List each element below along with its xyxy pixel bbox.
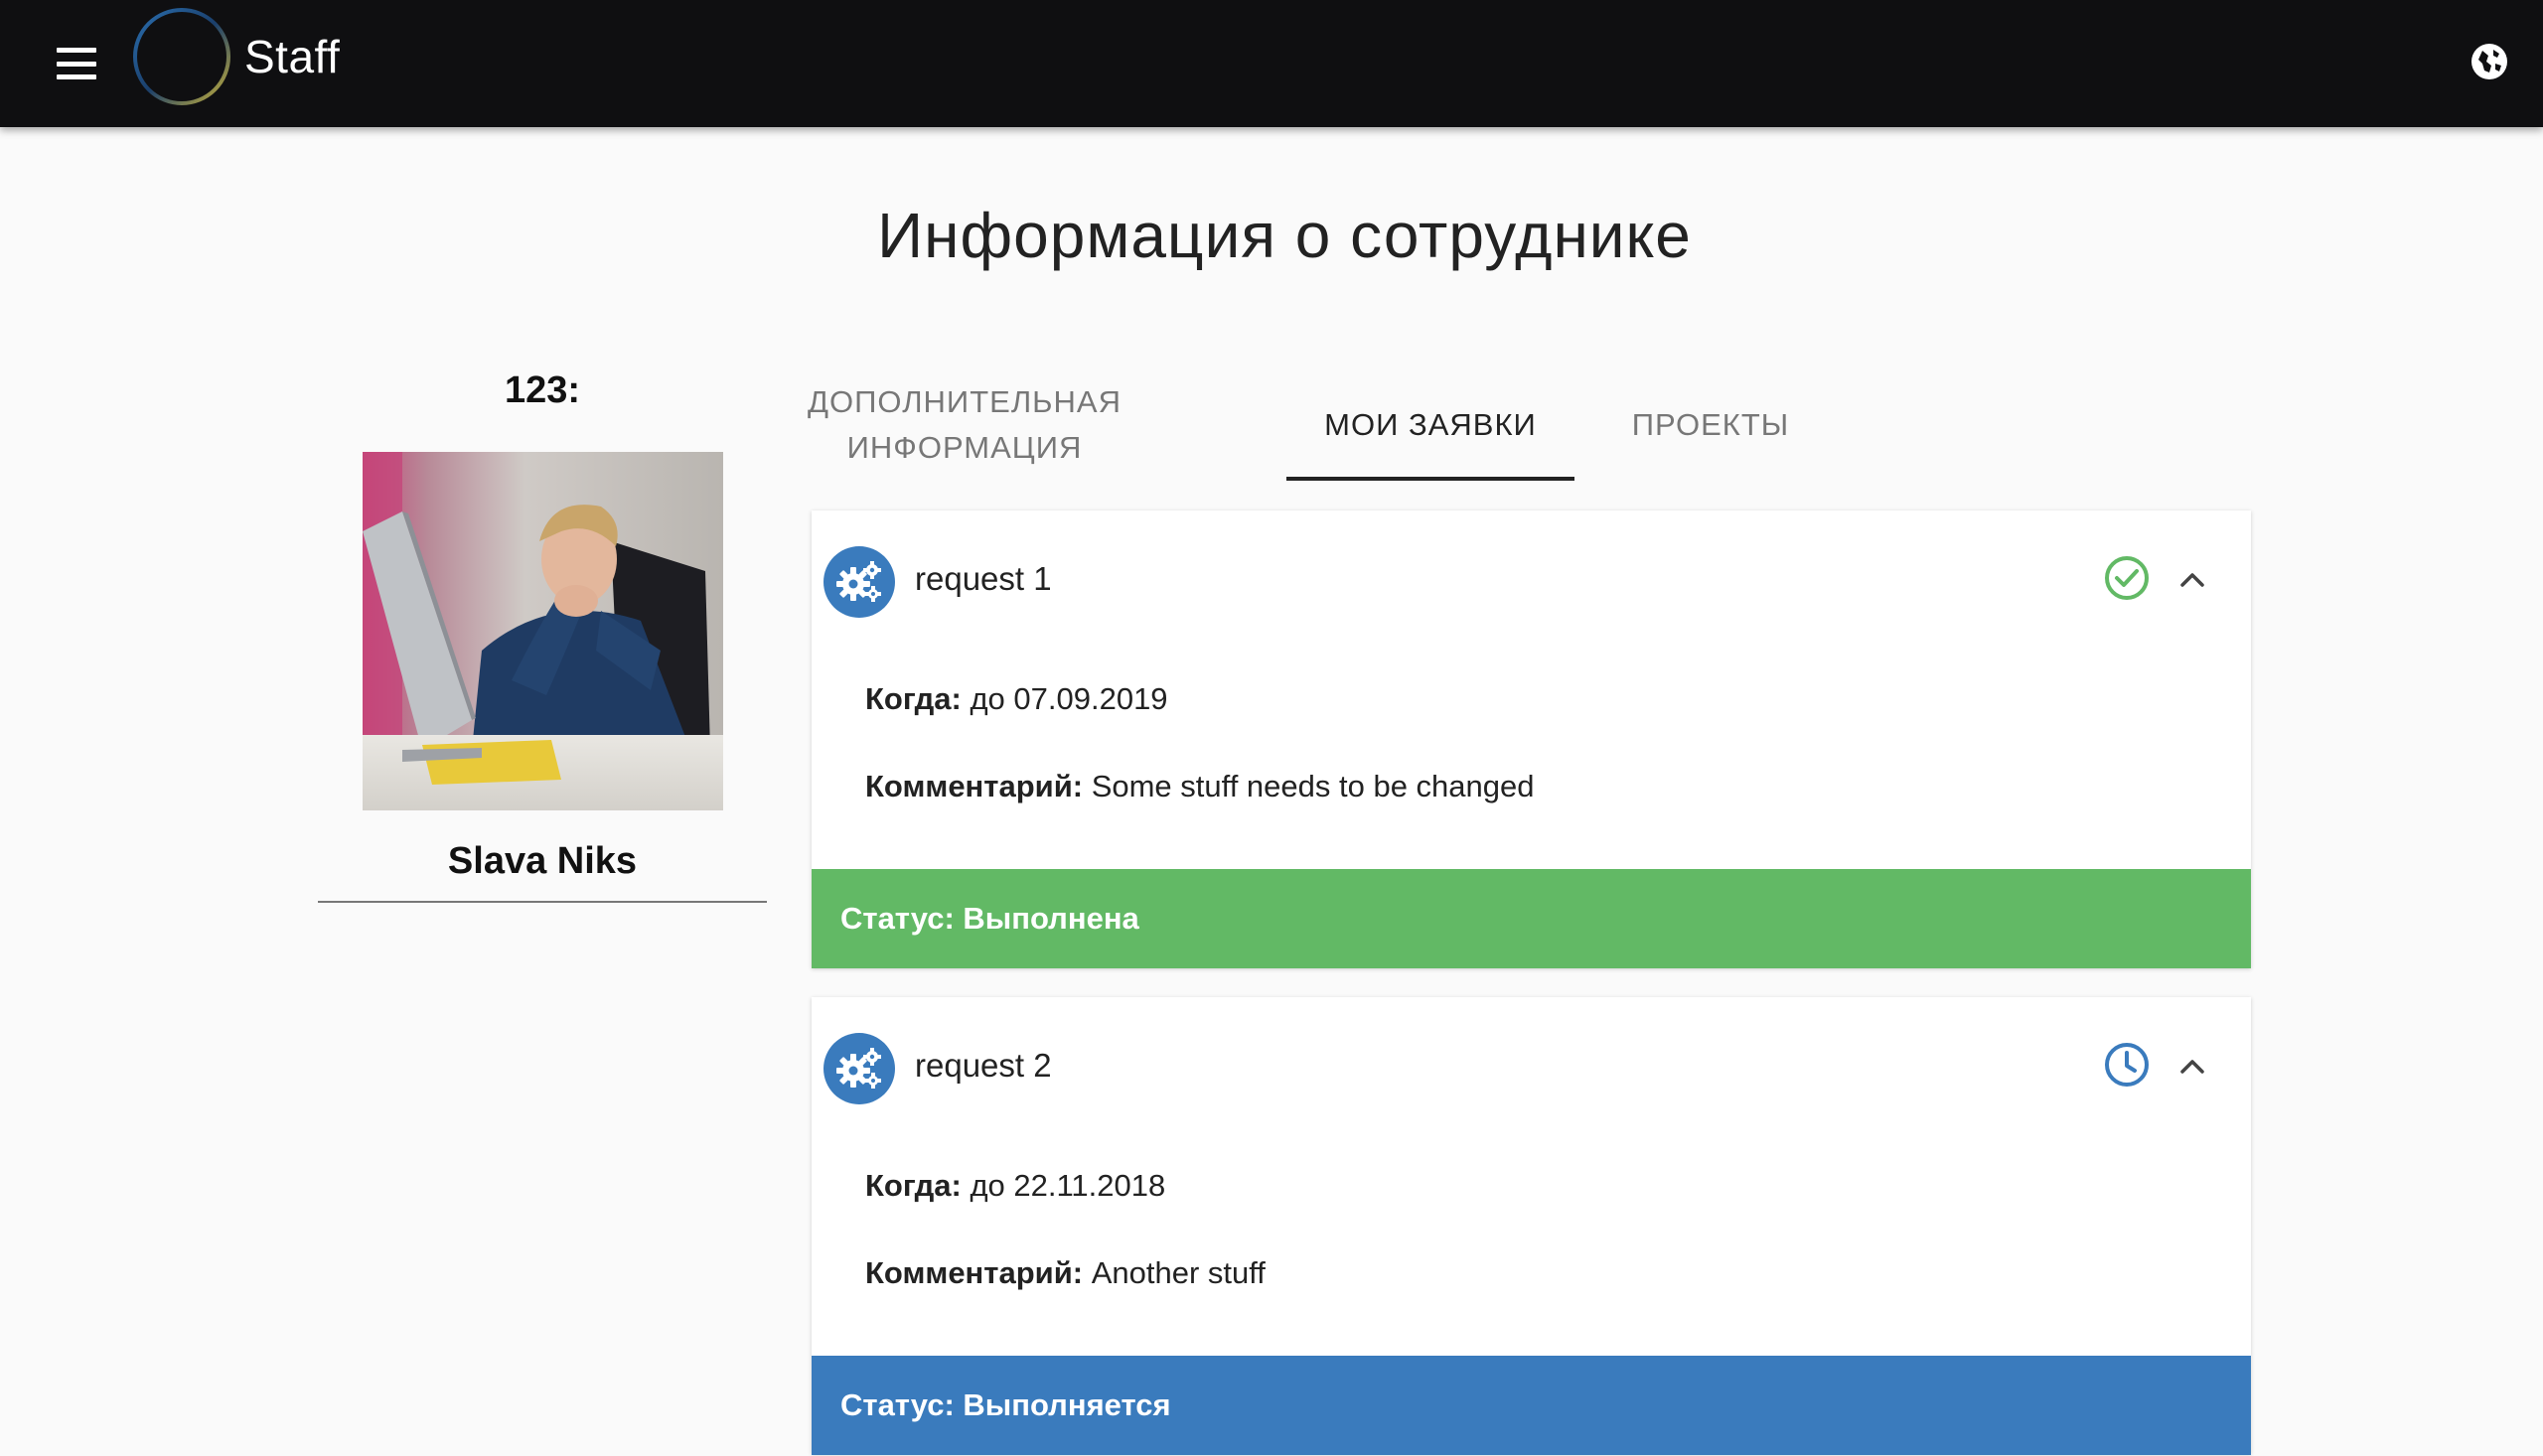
request-card: request 2 Когда: до 22.11.2018 Комментар… xyxy=(812,997,2251,1455)
request-title: request 1 xyxy=(915,560,1052,597)
check-circle-icon xyxy=(2105,556,2149,600)
comment-label: Комментарий: xyxy=(865,769,1092,803)
when-label: Когда: xyxy=(865,1168,971,1203)
comment-label: Комментарий: xyxy=(865,1255,1092,1290)
employee-photo xyxy=(363,452,723,810)
when-value: до 07.09.2019 xyxy=(970,681,1168,716)
when-label: Когда: xyxy=(865,681,971,716)
gears-icon xyxy=(823,1033,895,1104)
chevron-up-icon[interactable] xyxy=(2174,562,2210,598)
active-tab-indicator xyxy=(1286,477,1574,481)
tab-my-requests[interactable]: МОИ ЗАЯВКИ xyxy=(1286,367,1574,483)
request-card-header[interactable]: request 2 xyxy=(812,997,2251,1136)
app-title: Staff xyxy=(244,31,341,82)
logo-icon xyxy=(133,8,230,105)
chevron-up-icon[interactable] xyxy=(2174,1049,2210,1085)
request-when: Когда: до 22.11.2018 xyxy=(865,1168,1165,1204)
tab-bar: ДОПОЛНИТЕЛЬНАЯ ИНФОРМАЦИЯ МОИ ЗАЯВКИ ПРО… xyxy=(808,367,2251,483)
employee-id: 123: xyxy=(504,369,581,411)
status-bar: Статус: Выполняется xyxy=(812,1356,2251,1455)
request-card: request 1 Когда: до 07.09.2019 Комментар… xyxy=(812,510,2251,968)
request-comment: Комментарий: Another stuff xyxy=(865,1255,1266,1291)
employee-name: Slava Niks xyxy=(447,840,638,882)
request-comment: Комментарий: Some stuff needs to be chan… xyxy=(865,769,1535,804)
gears-icon xyxy=(823,546,895,618)
tab-projects[interactable]: ПРОЕКТЫ xyxy=(1601,367,1820,483)
comment-value: Some stuff needs to be changed xyxy=(1091,769,1535,803)
app-toolbar: Staff xyxy=(0,0,2543,127)
clock-icon xyxy=(2105,1043,2149,1087)
comment-value: Another stuff xyxy=(1091,1255,1266,1290)
request-card-header[interactable]: request 1 xyxy=(812,510,2251,650)
page-title: Информация о сотруднике xyxy=(877,200,1692,271)
name-divider xyxy=(318,901,767,903)
request-title: request 2 xyxy=(915,1047,1052,1084)
tab-additional-info[interactable]: ДОПОЛНИТЕЛЬНАЯ ИНФОРМАЦИЯ xyxy=(808,367,1121,483)
language-icon[interactable] xyxy=(2469,42,2509,81)
request-when: Когда: до 07.09.2019 xyxy=(865,681,1168,717)
status-bar: Статус: Выполнена xyxy=(812,869,2251,968)
when-value: до 22.11.2018 xyxy=(970,1168,1166,1203)
menu-icon[interactable] xyxy=(52,42,101,85)
